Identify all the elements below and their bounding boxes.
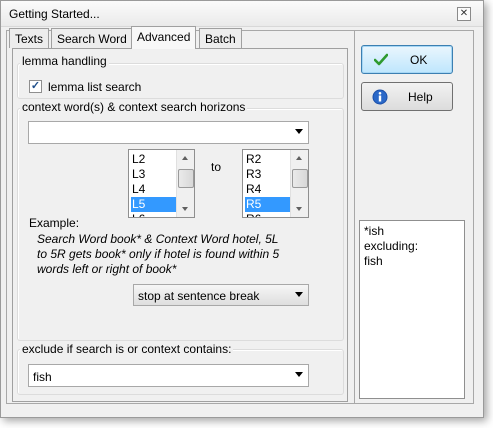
list-item[interactable]: R2 [245,152,292,167]
lemma-group-label: lemma handling [20,54,109,68]
list-item-selected[interactable]: R5 [245,197,292,212]
window-title: Getting Started... [9,7,100,21]
sentence-break-value: stop at sentence break [138,289,260,303]
scrollbar[interactable] [290,150,308,217]
scroll-up-icon[interactable] [291,150,307,166]
lemma-checkbox-label: lemma list search [48,80,142,94]
help-label: Help [408,90,433,104]
scroll-down-icon[interactable] [177,201,193,217]
tab-advanced[interactable]: Advanced [131,26,197,49]
info-icon [372,89,388,105]
list-item[interactable]: R6 [245,212,292,217]
example-line: Search Word book* & Context Word hotel, … [37,232,279,246]
checkmark-icon: ✓ [30,80,41,92]
list-item[interactable]: L2 [131,152,178,167]
scroll-thumb[interactable] [292,169,308,188]
tab-label: Advanced [137,30,191,44]
close-button[interactable]: ✕ [457,7,471,21]
chevron-down-icon [295,372,303,377]
exclude-combo[interactable]: fish [28,364,309,387]
list-item[interactable]: R4 [245,182,292,197]
tab-search-word[interactable]: Search Word [51,28,133,48]
tab-label: Batch [205,32,236,46]
tab-label: Search Word [57,32,127,46]
tab-texts[interactable]: Texts [9,28,50,48]
list-item[interactable]: L6 [131,212,178,217]
list-item[interactable]: L3 [131,167,178,182]
exclude-value: fish [33,370,52,384]
exclude-group-label: exclude if search is or context contains… [20,342,234,356]
example-line: words left or right of book* [37,262,177,276]
left-horizon-list[interactable]: L2 L3 L4 L5 L6 [128,149,195,218]
scroll-up-icon[interactable] [177,150,193,166]
example-line: to 5R gets book* only if hotel is found … [37,247,280,261]
help-button[interactable]: Help [361,82,453,111]
close-icon: ✕ [459,8,469,19]
ok-button[interactable]: OK [361,45,453,74]
tab-label: Texts [15,32,44,46]
chevron-down-icon [295,129,303,134]
scrollbar[interactable] [176,150,194,217]
sentence-break-select[interactable]: stop at sentence break [133,284,309,306]
tab-batch[interactable]: Batch [199,28,242,48]
info-text-box[interactable]: *ish excluding: fish [359,220,465,399]
context-group-label: context word(s) & context search horizon… [20,100,248,114]
ok-label: OK [410,53,428,67]
list-item[interactable]: L4 [131,182,178,197]
scroll-thumb[interactable] [178,169,194,188]
example-label: Example: [29,216,80,230]
to-label: to [211,160,222,174]
title-bar[interactable]: Getting Started... ✕ [1,1,483,27]
list-item-selected[interactable]: L5 [131,197,178,212]
lemma-checkbox[interactable]: ✓ [29,80,42,93]
dialog-window: Getting Started... ✕ Texts Search Word A… [0,0,484,418]
scroll-down-icon[interactable] [291,201,307,217]
context-word-combo[interactable] [28,121,309,144]
chevron-down-icon [295,292,303,297]
right-horizon-list[interactable]: R2 R3 R4 R5 R6 [242,149,309,218]
list-item[interactable]: R3 [245,167,292,182]
checkmark-icon [374,53,388,66]
